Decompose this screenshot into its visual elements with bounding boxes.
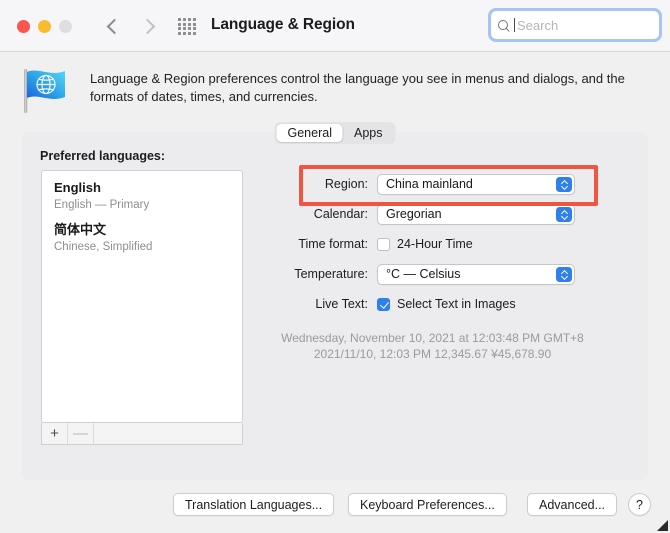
add-language-button[interactable]: + [42, 423, 68, 444]
language-name: 简体中文 [54, 222, 107, 237]
grid-dot [183, 31, 186, 35]
select-text-in-images-checkbox[interactable] [377, 297, 390, 311]
zoom-window-button[interactable] [59, 20, 72, 33]
grid-dot [178, 27, 181, 30]
close-window-button[interactable] [17, 20, 30, 33]
tab-general[interactable]: General [276, 124, 343, 142]
grid-dot [183, 22, 186, 26]
search-placeholder: Search [517, 17, 559, 33]
preferred-languages-list[interactable]: English English — Primary 简体中文 Chinese, … [41, 170, 243, 423]
navigation-arrows [108, 13, 158, 39]
list-item[interactable]: English English — Primary [42, 171, 242, 213]
live-text-row: Live Text: Select Text in Images [267, 293, 516, 315]
show-all-grid-icon[interactable] [178, 18, 197, 35]
remove-language-button[interactable]: — [68, 423, 94, 444]
language-region-flag-icon [24, 69, 65, 113]
calendar-label: Calendar: [313, 207, 368, 221]
temperature-label: Temperature: [294, 267, 368, 281]
grid-dot [188, 27, 191, 30]
grid-dot [183, 18, 186, 21]
region-row: Region: China mainland [267, 173, 575, 195]
24-hour-time-checkbox[interactable] [377, 237, 390, 251]
grid-dot [188, 22, 191, 26]
region-label: Region: [324, 177, 368, 191]
grid-dot [178, 18, 181, 21]
sample-line-1: Wednesday, November 10, 2021 at 12:03:48… [281, 331, 584, 345]
region-dropdown[interactable]: China mainland [377, 173, 575, 195]
chevron-down-icon [561, 215, 567, 218]
back-chevron-icon[interactable] [108, 13, 122, 39]
search-icon [498, 19, 511, 32]
calendar-value: Gregorian [386, 207, 442, 221]
help-button[interactable]: ? [628, 493, 651, 516]
temperature-dropdown[interactable]: °C — Celsius [377, 263, 575, 285]
description-text: Language & Region preferences control th… [90, 71, 625, 104]
chevron-updown-icon[interactable] [556, 206, 572, 222]
advanced-button[interactable]: Advanced... [527, 493, 618, 516]
live-text-label: Live Text: [315, 297, 368, 311]
language-list-toolbar: + — [41, 423, 243, 445]
temperature-value: °C — Celsius [386, 267, 461, 281]
calendar-dropdown[interactable]: Gregorian [377, 203, 575, 225]
list-item[interactable]: 简体中文 Chinese, Simplified [42, 213, 242, 255]
description-row: Language & Region preferences control th… [0, 52, 670, 118]
tab-apps[interactable]: Apps [343, 124, 394, 142]
grid-dot [178, 22, 181, 26]
language-name: English [54, 180, 101, 195]
grid-dot [178, 31, 181, 35]
preferences-window: Language & Region Search Language & Regi… [0, 0, 670, 533]
calendar-row: Calendar: Gregorian [267, 203, 575, 225]
settings-panel: Preferred languages: English English — P… [22, 132, 648, 480]
grid-dot [193, 18, 196, 21]
traffic-light-group [17, 20, 72, 33]
bottom-button-bar: Translation Languages... Keyboard Prefer… [0, 485, 670, 533]
chevron-down-icon [561, 275, 567, 278]
minimize-window-button[interactable] [38, 20, 51, 33]
translation-languages-button[interactable]: Translation Languages... [173, 493, 335, 516]
grid-dot [193, 31, 196, 35]
24-hour-time-label: 24-Hour Time [397, 237, 473, 251]
time-format-row: Time format: 24-Hour Time [267, 233, 473, 255]
window-resize-grip[interactable] [655, 518, 669, 532]
toolbar-filler [94, 423, 242, 444]
window-titlebar: Language & Region Search [0, 0, 670, 52]
grid-dot [188, 18, 191, 21]
region-value: China mainland [386, 177, 473, 191]
page-title: Language & Region [211, 16, 355, 33]
format-sample-preview: Wednesday, November 10, 2021 at 12:03:48… [245, 330, 620, 362]
time-format-label: Time format: [298, 237, 368, 251]
forward-chevron-icon[interactable] [144, 13, 158, 39]
preferred-languages-label: Preferred languages: [40, 149, 166, 163]
language-subtitle: English — Primary [54, 199, 150, 211]
temperature-row: Temperature: °C — Celsius [267, 263, 575, 285]
text-caret [514, 18, 515, 32]
chevron-updown-icon[interactable] [556, 176, 572, 192]
search-input[interactable]: Search [490, 10, 660, 40]
grid-dot [193, 27, 196, 30]
sample-line-2: 2021/11/10, 12:03 PM 12,345.67 ¥45,678.9… [313, 347, 552, 361]
grid-dot [183, 27, 186, 30]
language-subtitle: Chinese, Simplified [54, 241, 153, 253]
select-text-in-images-label: Select Text in Images [397, 297, 516, 311]
tab-bar: General Apps [274, 122, 396, 144]
search-field-container[interactable]: Search [488, 8, 662, 42]
grid-dot [193, 22, 196, 26]
grid-dot [188, 31, 191, 35]
chevron-down-icon [561, 185, 567, 188]
chevron-updown-icon[interactable] [556, 266, 572, 282]
keyboard-preferences-button[interactable]: Keyboard Preferences... [348, 493, 507, 516]
